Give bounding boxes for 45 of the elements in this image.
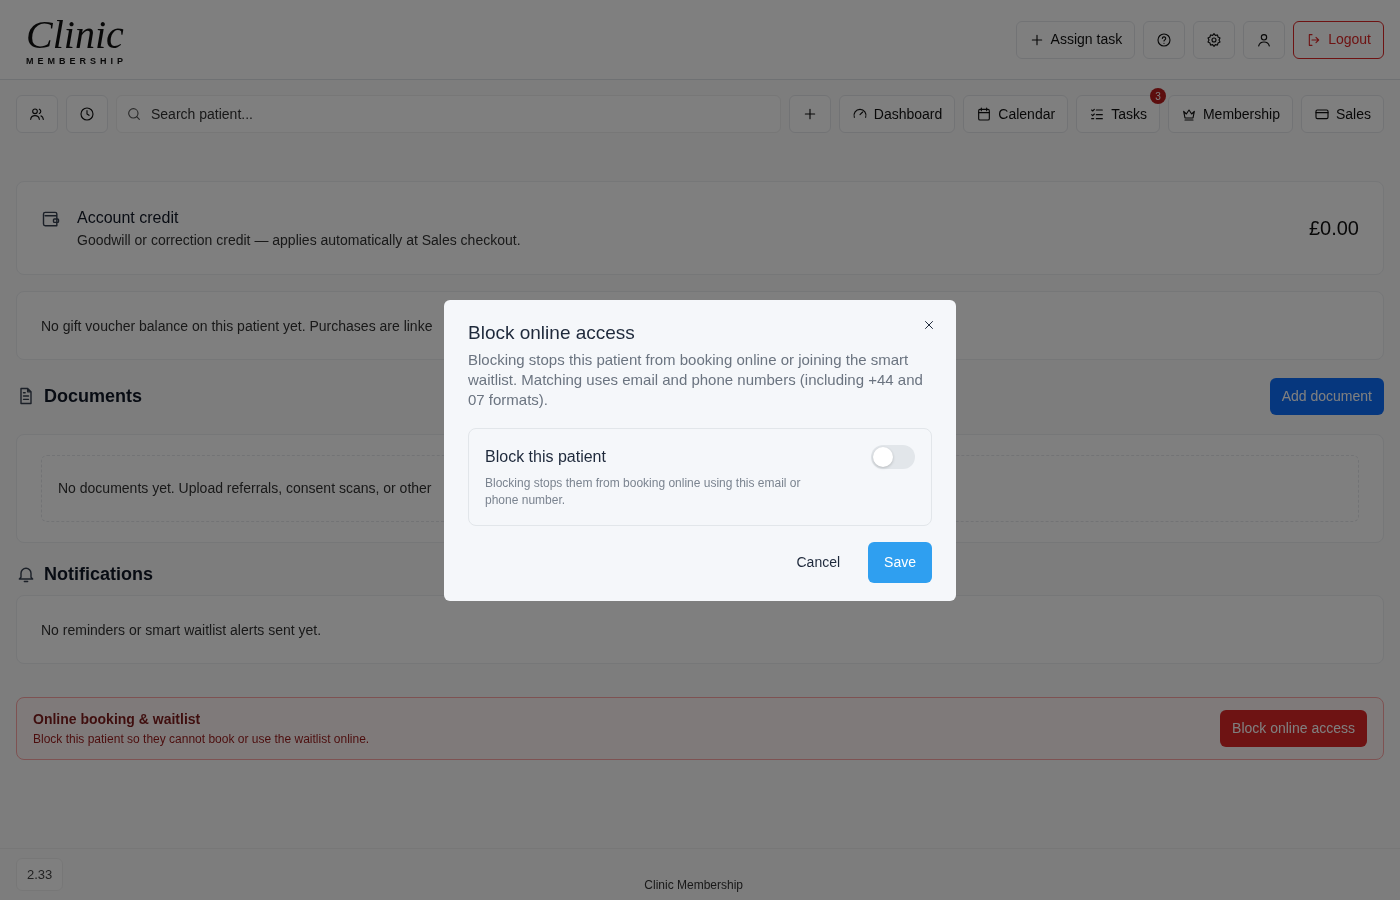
nav-tab[interactable]: Membership xyxy=(1167,95,1293,133)
nav-tab[interactable]: Dashboard xyxy=(838,95,956,133)
clock-icon xyxy=(79,106,95,122)
option-title: Block this patient xyxy=(485,447,607,468)
section-heading: Notifications xyxy=(44,562,153,586)
footer-text: Clinic Membership xyxy=(643,876,744,894)
search-field[interactable]: Search patient... xyxy=(116,95,781,133)
checklist-icon xyxy=(1089,106,1106,122)
user-button[interactable] xyxy=(1243,20,1286,59)
empty-message: No reminders or smart waitlist alerts sent yet. xyxy=(41,622,322,638)
option-description: Blocking stops them from booking online using this email or phone number. xyxy=(485,475,802,510)
save-button[interactable]: Save xyxy=(868,542,932,584)
nav-tab[interactable]: Sales xyxy=(1300,95,1384,133)
credit-description: Goodwill or correction credit — applies automatically at Sales checkout. xyxy=(77,230,521,250)
users-button[interactable] xyxy=(16,95,58,133)
credit-title: Account credit xyxy=(77,207,180,228)
logout-button[interactable]: Logout xyxy=(1293,20,1384,59)
block-online-access-button[interactable]: Block online access xyxy=(1220,710,1367,747)
help-button[interactable] xyxy=(1143,20,1186,59)
help-icon xyxy=(1156,31,1173,48)
online-booking-description: Block this patient so they cannot book or use the waitlist online. xyxy=(33,731,370,748)
users-icon xyxy=(29,106,45,122)
calendar-icon xyxy=(976,106,993,122)
user-icon xyxy=(1256,31,1273,48)
section-heading: Documents xyxy=(44,384,142,408)
dialog-title: Block online access xyxy=(468,321,635,345)
settings-button[interactable] xyxy=(1193,20,1236,59)
toggle-switch[interactable] xyxy=(871,445,915,470)
count-badge: 3 xyxy=(1149,88,1166,104)
add-document-button[interactable]: Add document xyxy=(1269,377,1384,415)
voucher-note: No gift voucher balance on this patient yet. Purchases are linke xyxy=(41,318,433,334)
empty-message: No documents yet. Upload referrals, consent scans, or other xyxy=(58,480,432,496)
clock-button[interactable] xyxy=(66,95,108,133)
logo-wordmark: Clinic xyxy=(26,14,125,55)
settings-icon xyxy=(1206,31,1223,48)
nav-tab[interactable]: Calendar xyxy=(963,95,1069,133)
logo-tagline: MEMBERSHIP xyxy=(26,54,127,68)
add-button[interactable] xyxy=(788,95,831,133)
card-icon xyxy=(1313,106,1330,122)
assign-task-button[interactable]: Assign task xyxy=(1015,20,1136,59)
credit-amount: £0.00 xyxy=(1308,216,1359,241)
cancel-button[interactable]: Cancel xyxy=(784,542,853,584)
version-badge: 2.33 xyxy=(16,857,64,892)
dialog-description: Blocking stops this patient from booking online or joining the smart waitlist. Matching uses email and phone numbers (including +44 and 07 formats). xyxy=(468,350,924,411)
online-booking-title: Online booking & waitlist xyxy=(33,710,202,729)
